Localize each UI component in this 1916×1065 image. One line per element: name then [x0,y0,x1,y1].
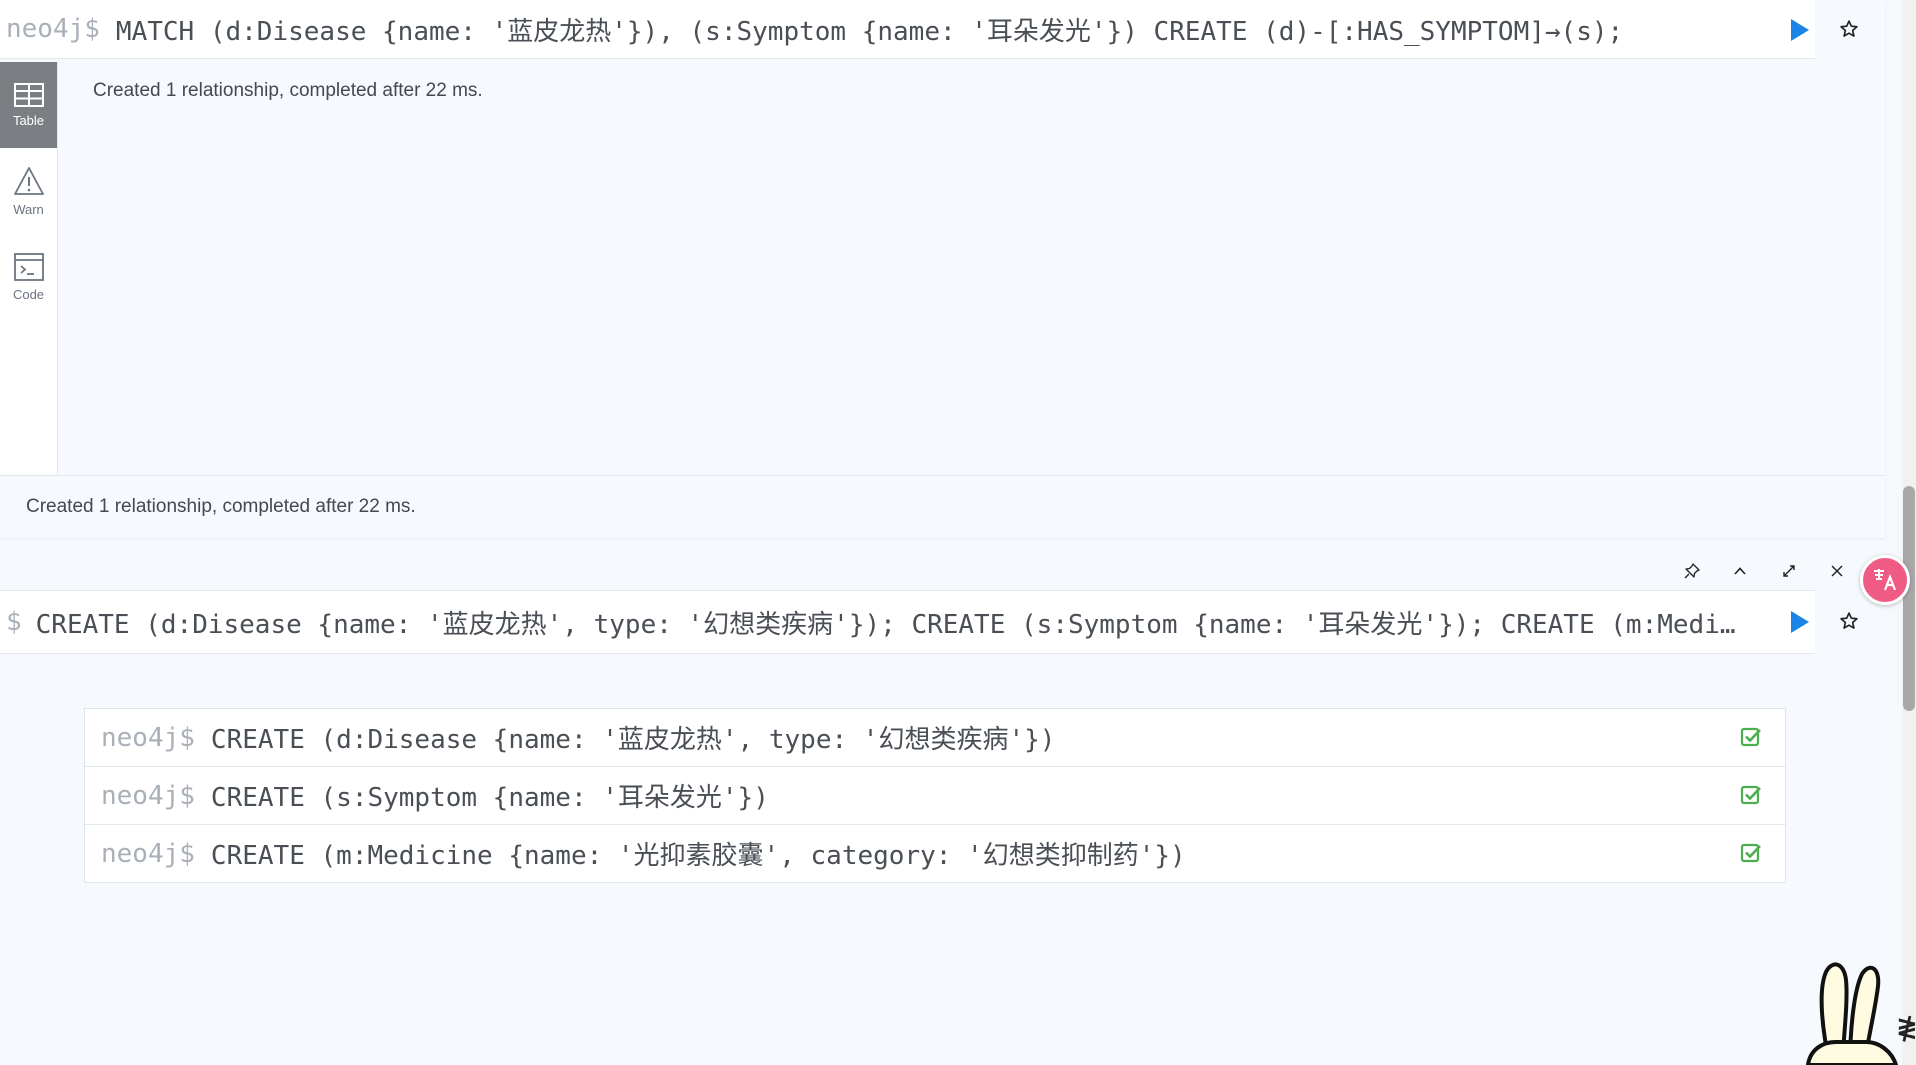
status-message: Created 1 relationship, completed after … [26,496,416,517]
close-frame-button[interactable] [1822,556,1852,586]
pin-button[interactable] [1677,556,1707,586]
fullscreen-button[interactable] [1774,556,1804,586]
code-icon [13,252,44,281]
close-icon [1831,565,1843,577]
expand-icon [1783,565,1795,577]
pin-icon [1684,563,1700,579]
statement-row[interactable]: neo4j$ CREATE (s:Symptom {name: '耳朵发光'}) [85,767,1785,825]
result-message: Created 1 relationship, completed after … [93,80,483,101]
statement-row[interactable]: neo4j$ CREATE (d:Disease {name: '蓝皮龙热', … [85,709,1785,767]
translate-icon[interactable] [1860,555,1910,605]
success-check-icon [1737,781,1765,809]
scrollbar-thumb[interactable] [1903,486,1915,711]
statement-prompt: neo4j$ [101,722,195,753]
favorite-button[interactable] [1829,9,1869,49]
editor-prompt-2: $ [6,607,22,637]
editor-command[interactable]: MATCH (d:Disease {name: '蓝皮龙热'}), (s:Sym… [116,11,1623,48]
tab-code-label: Code [12,286,45,302]
edge-fragment-icon: ≹ [1896,1012,1916,1042]
tab-warn[interactable]: Warn [0,148,57,234]
tab-table-label: Table [12,112,45,128]
frame-toolbar [1665,552,1885,590]
chevron-up-icon [1734,567,1746,575]
run-button[interactable] [1780,10,1820,50]
play-icon [1791,19,1809,41]
success-check-icon [1737,723,1765,751]
play-icon [1791,611,1809,633]
favorite-button-2[interactable] [1829,601,1869,641]
statement-code: CREATE (s:Symptom {name: '耳朵发光'}) [210,783,769,813]
result-frame-2: $ CREATE (d:Disease {name: '蓝皮龙热', type:… [0,552,1885,1065]
editor-prompt: neo4j$ [6,14,100,44]
statement-list: neo4j$ CREATE (d:Disease {name: '蓝皮龙热', … [84,708,1786,883]
statement-prompt: neo4j$ [101,838,195,869]
statement-code: CREATE (d:Disease {name: '蓝皮龙热', type: '… [210,725,1056,755]
tab-code[interactable]: Code [0,234,57,320]
tab-warn-label: Warn [13,201,44,217]
editor-bar[interactable]: neo4j$ MATCH (d:Disease {name: '蓝皮龙热'}),… [0,0,1815,59]
success-check-icon [1737,839,1765,867]
editor-command-2[interactable]: CREATE (d:Disease {name: '蓝皮龙热', type: '… [36,604,1746,641]
star-icon [1840,612,1858,629]
star-icon [1840,20,1858,37]
statement-code: CREATE (m:Medicine {name: '光抑素胶囊', categ… [210,841,1186,871]
result-view-sidebar: Table Warn Code [0,62,58,475]
statement-row[interactable]: neo4j$ CREATE (m:Medicine {name: '光抑素胶囊'… [85,825,1785,882]
collapse-button[interactable] [1725,556,1755,586]
table-icon [13,82,44,107]
status-bar: Created 1 relationship, completed after … [0,475,1885,538]
result-frame-1: neo4j$ MATCH (d:Disease {name: '蓝皮龙热'}),… [0,0,1885,538]
mascot-icon [1805,962,1899,1065]
tab-table[interactable]: Table [0,62,57,148]
editor-bar-2[interactable]: $ CREATE (d:Disease {name: '蓝皮龙热', type:… [0,590,1815,654]
statement-prompt: neo4j$ [101,780,195,811]
run-button-2[interactable] [1780,602,1820,642]
warning-icon [13,166,44,195]
